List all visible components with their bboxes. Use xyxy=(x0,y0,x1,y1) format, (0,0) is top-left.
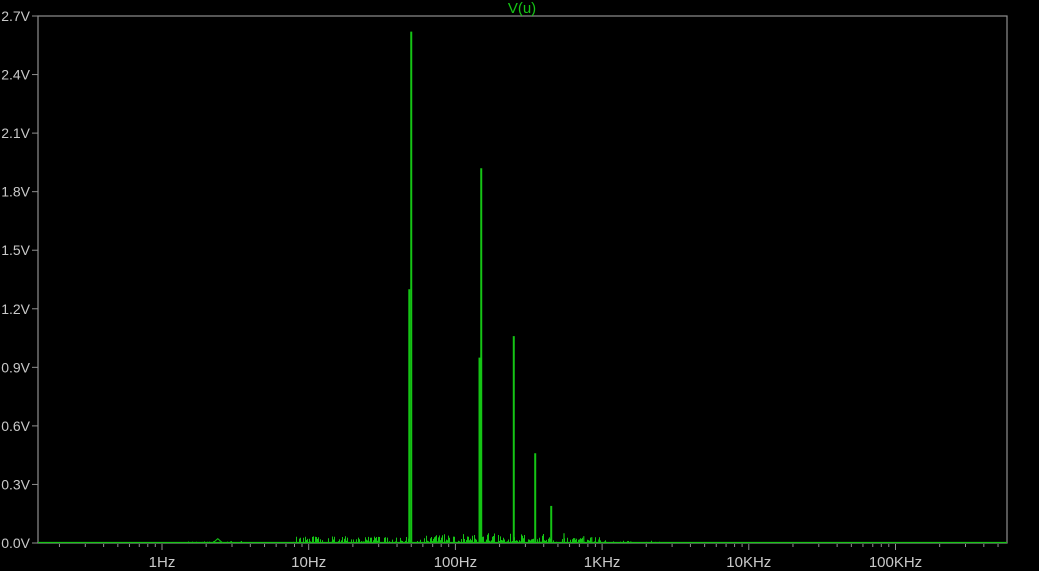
y-axis-label: 2.7V xyxy=(1,8,30,24)
y-axis-label: 2.4V xyxy=(1,67,30,83)
x-axis-label: 10KHz xyxy=(726,554,771,571)
y-axis-label: 0.0V xyxy=(1,535,30,551)
y-axis-label: 0.9V xyxy=(1,359,30,375)
y-axis-label: 1.8V xyxy=(1,184,30,200)
trace-label-vu[interactable]: V(u) xyxy=(508,0,536,17)
y-axis-label: 1.5V xyxy=(1,242,30,258)
x-axis-label: 1Hz xyxy=(149,554,176,571)
y-axis-label: 0.3V xyxy=(1,476,30,492)
y-axis-label: 0.6V xyxy=(1,418,30,434)
y-axis-label: 2.1V xyxy=(1,125,30,141)
ltspice-waveform-pane: 2.7V 2.4V 2.1V 1.8V 1.5V 1.2V 0.9V 0.6V 0.3V 0.0V… xyxy=(0,0,1039,571)
x-axis-label: 10Hz xyxy=(291,554,326,571)
fft-plot-canvas[interactable]: 2.7V 2.4V 2.1V 1.8V 1.5V 1.2V 0.9V 0.6V 0.3V 0.0V… xyxy=(0,0,1039,571)
x-axis-label: 1KHz xyxy=(584,554,621,571)
spectrum-noise-floor xyxy=(39,533,1006,543)
x-axis-label: 100Hz xyxy=(434,554,477,571)
y-axis-label: 1.2V xyxy=(1,301,30,317)
x-axis-label: 100KHz xyxy=(869,554,922,571)
plot-border xyxy=(37,15,1008,544)
